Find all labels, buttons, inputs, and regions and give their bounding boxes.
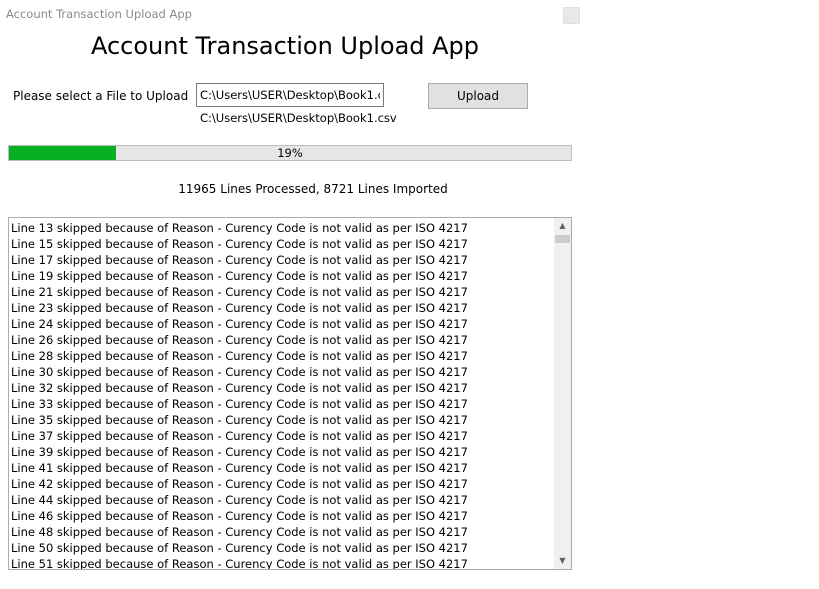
log-line: Line 46 skipped because of Reason - Cure… bbox=[11, 509, 468, 523]
upload-button[interactable]: Upload bbox=[428, 83, 528, 109]
log-line: Line 23 skipped because of Reason - Cure… bbox=[11, 301, 468, 315]
log-lines: Line 13 skipped because of Reason - Cure… bbox=[11, 220, 553, 570]
log-line: Line 35 skipped because of Reason - Cure… bbox=[11, 413, 468, 427]
log-line: Line 15 skipped because of Reason - Cure… bbox=[11, 237, 468, 251]
log-line: Line 28 skipped because of Reason - Cure… bbox=[11, 349, 468, 363]
log-line: Line 13 skipped because of Reason - Cure… bbox=[11, 221, 468, 235]
log-line: Line 39 skipped because of Reason - Cure… bbox=[11, 445, 468, 459]
page-title: Account Transaction Upload App bbox=[90, 32, 480, 60]
log-line: Line 30 skipped because of Reason - Cure… bbox=[11, 365, 468, 379]
upload-progress-bar: 19% bbox=[8, 145, 572, 161]
log-line: Line 41 skipped because of Reason - Cure… bbox=[11, 461, 468, 475]
arrow-up-icon[interactable]: ▲ bbox=[554, 218, 571, 234]
close-button[interactable] bbox=[563, 7, 580, 24]
log-line: Line 26 skipped because of Reason - Cure… bbox=[11, 333, 468, 347]
log-line: Line 51 skipped because of Reason - Cure… bbox=[11, 557, 468, 570]
progress-percent-label: 19% bbox=[277, 146, 303, 160]
log-line: Line 48 skipped because of Reason - Cure… bbox=[11, 525, 468, 539]
file-path-input[interactable] bbox=[196, 83, 384, 107]
selected-file-path: C:\Users\USER\Desktop\Book1.csv bbox=[200, 111, 397, 125]
log-line: Line 50 skipped because of Reason - Cure… bbox=[11, 541, 468, 555]
log-line: Line 32 skipped because of Reason - Cure… bbox=[11, 381, 468, 395]
log-line: Line 17 skipped because of Reason - Cure… bbox=[11, 253, 468, 267]
arrow-down-icon[interactable]: ▼ bbox=[554, 553, 571, 569]
window-title: Account Transaction Upload App bbox=[6, 7, 192, 21]
log-line: Line 21 skipped because of Reason - Cure… bbox=[11, 285, 468, 299]
log-line: Line 42 skipped because of Reason - Cure… bbox=[11, 477, 468, 491]
log-line: Line 24 skipped because of Reason - Cure… bbox=[11, 317, 468, 331]
log-line: Line 37 skipped because of Reason - Cure… bbox=[11, 429, 468, 443]
status-text: 11965 Lines Processed, 8721 Lines Import… bbox=[178, 182, 448, 196]
scroll-thumb[interactable] bbox=[555, 235, 570, 243]
log-line: Line 33 skipped because of Reason - Cure… bbox=[11, 397, 468, 411]
file-select-label: Please select a File to Upload bbox=[13, 89, 189, 103]
log-listbox[interactable]: Line 13 skipped because of Reason - Cure… bbox=[8, 217, 572, 570]
log-line: Line 44 skipped because of Reason - Cure… bbox=[11, 493, 468, 507]
log-line: Line 19 skipped because of Reason - Cure… bbox=[11, 269, 468, 283]
log-scrollbar[interactable]: ▲ ▼ bbox=[554, 218, 571, 569]
